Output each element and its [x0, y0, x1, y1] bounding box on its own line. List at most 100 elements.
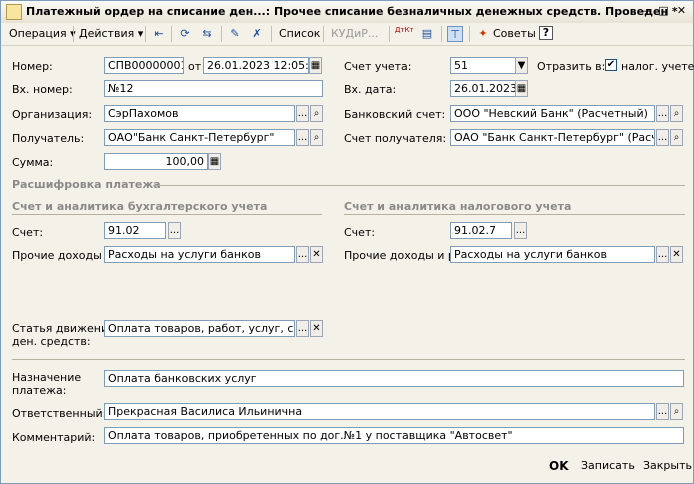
report-icon[interactable]: ▤ [419, 26, 435, 42]
number-field[interactable]: СПВ00000001 [104, 57, 184, 74]
accounting-account-field[interactable]: 91.02 [104, 222, 166, 239]
tax-account-label: Счет: [344, 226, 376, 239]
kudir-button[interactable]: КУДиР... [331, 26, 378, 42]
clear-icon[interactable]: ✕ [310, 246, 323, 263]
dtkt-icon[interactable]: ДтКт [395, 26, 414, 42]
calendar-icon[interactable]: ▦ [515, 80, 528, 97]
dropdown-icon[interactable]: ▼ [515, 57, 528, 74]
income-field[interactable]: Расходы на услуги банков [104, 246, 295, 263]
in-number-field[interactable]: №12 [104, 80, 323, 97]
select-button[interactable]: ... [656, 129, 669, 146]
tax-income-label: Прочие доходы и р... [344, 249, 466, 262]
help-button[interactable]: ? [539, 26, 553, 40]
select-button[interactable]: ... [656, 246, 669, 263]
responsible-label: Ответственный: [12, 407, 107, 420]
bank-account-field[interactable]: ООО "Невский Банк" (Расчетный) [450, 105, 655, 122]
refresh-icon[interactable]: ⟳ [177, 26, 193, 42]
comment-field[interactable]: Оплата товаров, приобретенных по дог.№1 … [104, 427, 684, 444]
divider [12, 359, 685, 360]
title-bar: Платежный ордер на списание ден...: Проч… [1, 1, 693, 24]
tax-account-field[interactable]: 91.02.7 [450, 222, 512, 239]
divider [153, 185, 685, 186]
document-icon [6, 4, 22, 20]
toolbar-separator [221, 26, 222, 42]
minimize-button[interactable]: — [639, 4, 654, 18]
income-label: Прочие доходы ... [12, 249, 116, 262]
actions-menu[interactable]: Действия ▾ [79, 26, 143, 42]
toolbar: Операция ▾ Действия ▾ ⇤ ⟳ ⇆ ✎ ✗ Список К… [1, 23, 693, 46]
arrow-left-icon[interactable]: ⇤ [151, 26, 167, 42]
sum-label: Сумма: [12, 156, 54, 169]
recipient-field[interactable]: ОАО"Банк Санкт-Петербург" [104, 129, 295, 146]
bank-account-label: Банковский счет: [344, 108, 446, 121]
structure-icon[interactable]: ⊤ [447, 26, 463, 42]
tax-accounting-checkbox[interactable]: ✔ [605, 59, 617, 71]
advice-button[interactable]: Советы [493, 26, 536, 42]
account-field[interactable]: 51 [450, 57, 516, 74]
cash-flow-field[interactable]: Оплата товаров, работ, услуг, сырья [104, 320, 295, 337]
recipient-account-field[interactable]: ОАО "Банк Санкт-Петербург" (Расчетный) [450, 129, 655, 146]
button-bar: OK Записать Закрыть [1, 453, 693, 483]
operation-menu-label: Операция [9, 27, 67, 40]
organization-field[interactable]: СэрПахомов [104, 105, 295, 122]
chevron-down-icon: ▾ [137, 27, 144, 40]
search-icon[interactable]: ⌕ [310, 105, 323, 122]
purpose-field[interactable]: Оплата банковских услуг [104, 370, 684, 387]
list-button[interactable]: Список [279, 26, 320, 42]
reflect-label: Отразить в: [537, 60, 606, 73]
lightbulb-icon: ✦ [478, 27, 488, 40]
select-button[interactable]: ... [296, 246, 309, 263]
select-button[interactable]: ... [296, 320, 309, 337]
recipient-account-label: Счет получателя: [344, 132, 447, 145]
maximize-button[interactable]: □ [656, 4, 671, 18]
toolbar-separator [389, 26, 390, 42]
tax-income-field[interactable]: Расходы на услуги банков [450, 246, 655, 263]
accounting-account-label: Счет: [12, 226, 44, 239]
breakdown-title: Расшифровка платежа [12, 178, 161, 191]
select-button[interactable]: ... [168, 222, 181, 239]
operation-menu[interactable]: Операция ▾ [9, 26, 76, 42]
calendar-icon[interactable]: ▦ [309, 57, 322, 74]
toolbar-separator [323, 26, 324, 42]
clear-icon[interactable]: ✕ [310, 320, 323, 337]
recipient-label: Получатель: [12, 132, 85, 145]
save-button[interactable]: Записать [581, 459, 635, 472]
select-button[interactable]: ... [296, 105, 309, 122]
unpost-document-icon[interactable]: ✗ [249, 26, 265, 42]
clear-icon[interactable]: ✕ [670, 246, 683, 263]
ok-button[interactable]: OK [549, 459, 569, 473]
search-icon[interactable]: ⌕ [670, 129, 683, 146]
toolbar-separator [145, 26, 146, 42]
search-icon[interactable]: ⌕ [670, 105, 683, 122]
tax-accounting-label: налог. учете [621, 60, 694, 73]
actions-menu-label: Действия [79, 27, 135, 40]
sum-field[interactable]: 100,00 [104, 153, 208, 170]
select-button[interactable]: ... [514, 222, 527, 239]
cash-flow-label-line2: ден. средств: [12, 335, 91, 348]
from-label: от [188, 60, 202, 73]
account-label: Счет учета: [344, 60, 412, 73]
post-document-icon[interactable]: ✎ [227, 26, 243, 42]
document-window: Платежный ордер на списание ден...: Проч… [0, 0, 694, 484]
responsible-field[interactable]: Прекрасная Василиса Ильинична [104, 403, 655, 420]
search-icon[interactable]: ⌕ [670, 403, 683, 420]
toolbar-separator [441, 26, 442, 42]
in-date-field[interactable]: 26.01.2023 [450, 80, 516, 97]
toolbar-separator [469, 26, 470, 42]
close-window-button[interactable]: ✕ [674, 4, 689, 18]
select-button[interactable]: ... [656, 105, 669, 122]
divider [344, 214, 685, 215]
purpose-label-line1: Назначение [12, 371, 82, 384]
select-button[interactable]: ... [656, 403, 669, 420]
close-button[interactable]: Закрыть [643, 459, 692, 472]
in-date-label: Вх. дата: [344, 83, 397, 96]
search-icon[interactable]: ⌕ [310, 129, 323, 146]
number-label: Номер: [12, 60, 53, 73]
purpose-label-line2: платежа: [12, 384, 67, 397]
calculator-icon[interactable]: ▦ [208, 153, 221, 170]
toolbar-separator [73, 26, 74, 42]
select-button[interactable]: ... [296, 129, 309, 146]
date-field[interactable]: 26.01.2023 12:05:02 [203, 57, 309, 74]
exchange-icon[interactable]: ⇆ [199, 26, 215, 42]
divider [12, 214, 322, 215]
